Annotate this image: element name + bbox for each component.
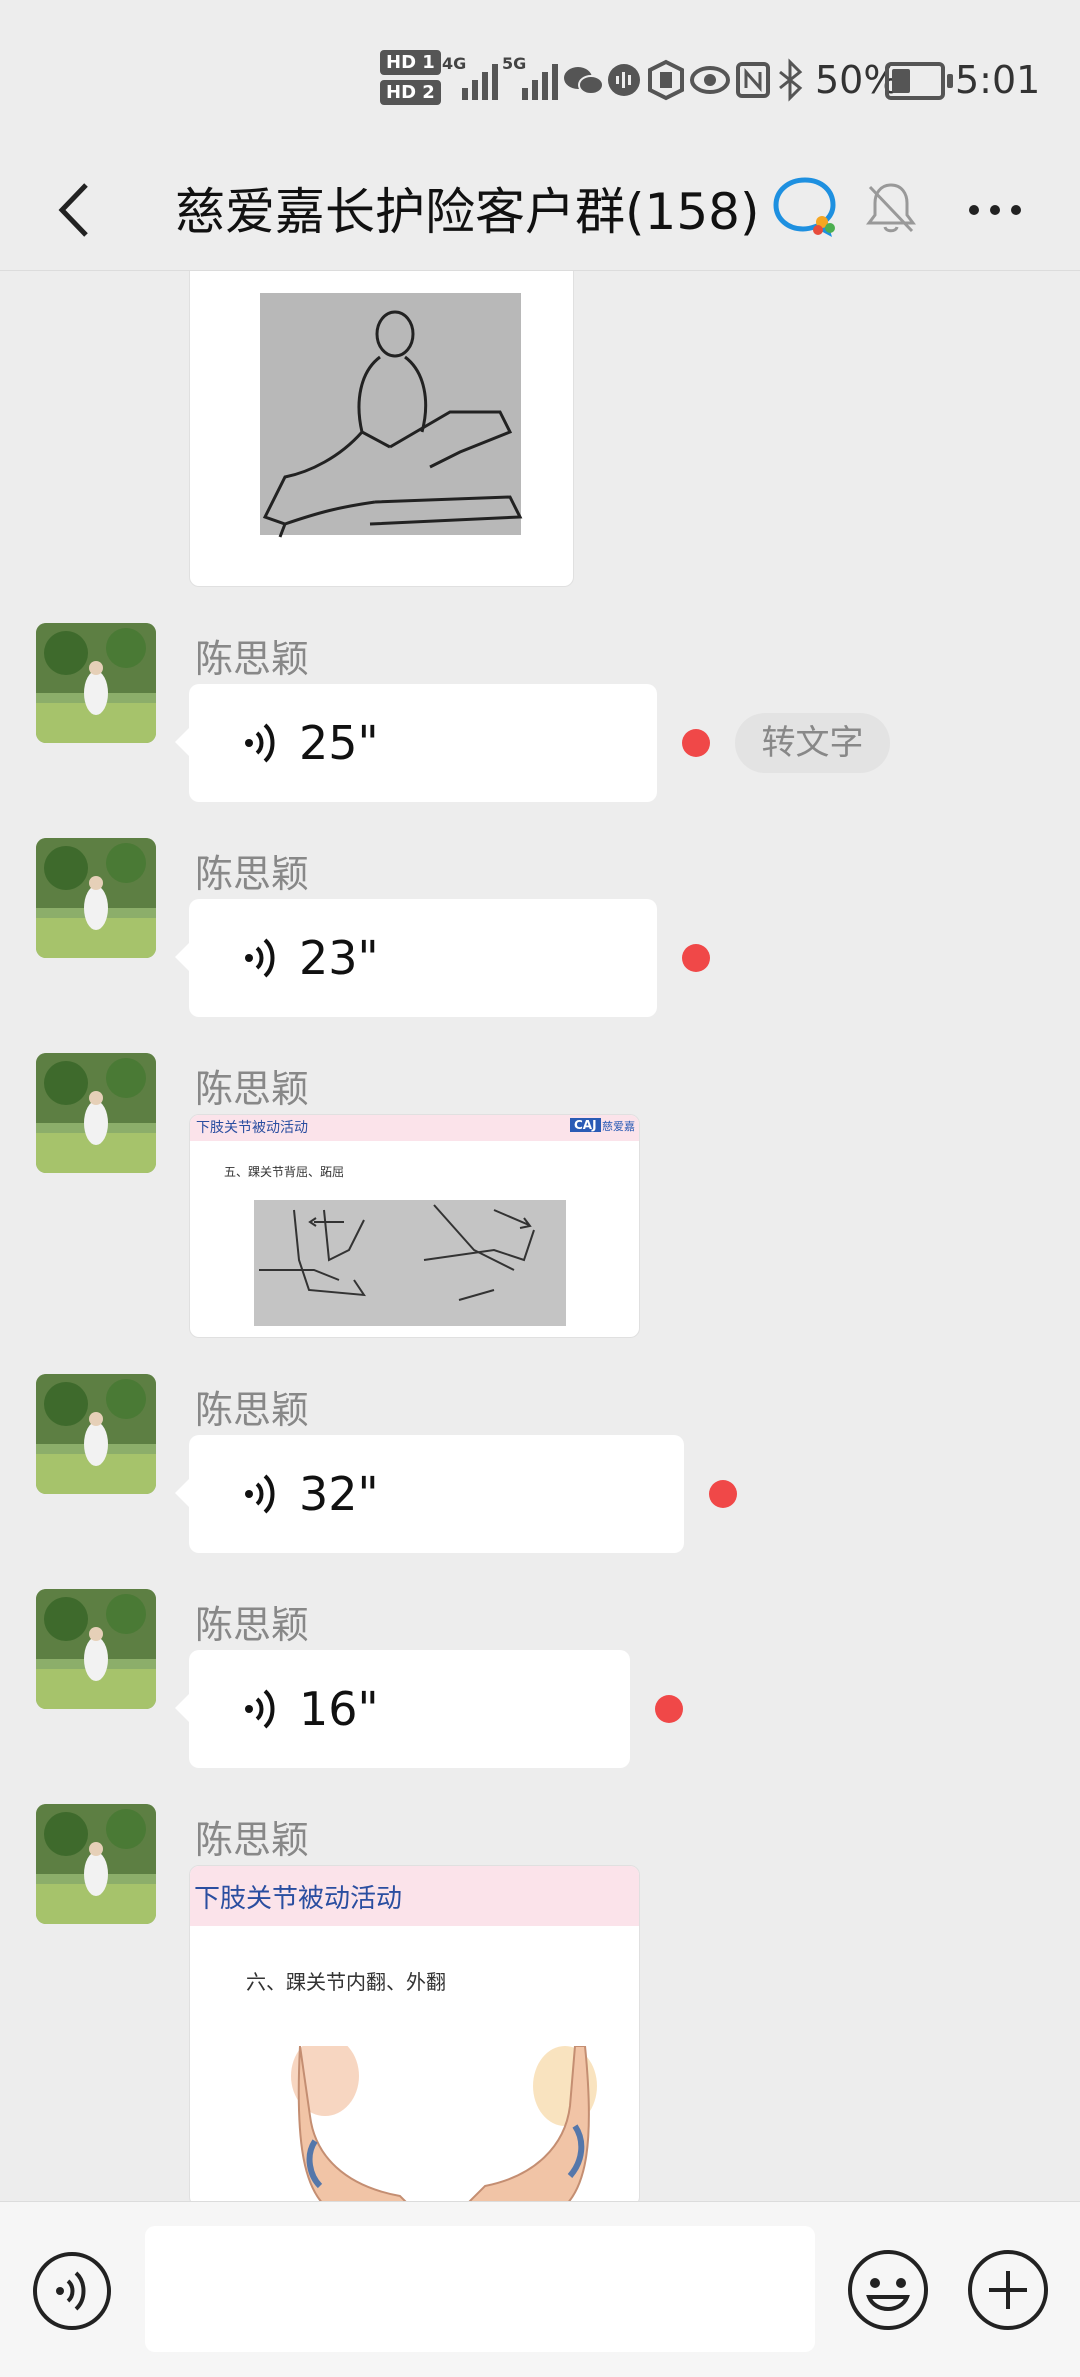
- unread-dot: [655, 1695, 683, 1723]
- sender-name: 陈思颖: [195, 1067, 310, 1111]
- image-message[interactable]: 下肢关节被动活动 六、踝关节内翻、外翻: [189, 1865, 640, 2201]
- voice-message[interactable]: 32": [175, 1435, 684, 1553]
- leg-massage-sketch: [260, 293, 523, 538]
- ankle-inversion-illustration: [291, 2046, 597, 2201]
- slide-subtitle: 六、踝关节内翻、外翻: [246, 1970, 446, 1994]
- more-icon[interactable]: [960, 175, 1030, 245]
- avatar[interactable]: [36, 1374, 156, 1494]
- voice-wave-icon: [245, 1474, 275, 1514]
- plus-icon[interactable]: [965, 2247, 1051, 2333]
- audio-icon: [608, 64, 640, 96]
- sender-name: 陈思颖: [195, 637, 310, 681]
- avatar[interactable]: [36, 838, 156, 958]
- hand-icon: [648, 59, 684, 101]
- chat-area[interactable]: 陈思颖 25" 转文字 陈思颖 23" 陈思颖 下肢关节被动活动 CAJ 慈爱嘉…: [0, 271, 1080, 2201]
- image-message[interactable]: 下肢关节被动活动 CAJ 慈爱嘉 五、踝关节背屈、跖屈: [189, 1114, 640, 1338]
- back-icon[interactable]: [42, 175, 112, 245]
- voice-wave-icon: [245, 723, 275, 763]
- signal-icon: [462, 64, 498, 100]
- group-chat-icon[interactable]: [770, 172, 840, 242]
- image-message[interactable]: [189, 271, 574, 587]
- voice-wave-icon: [245, 938, 275, 978]
- brand-label: 慈爱嘉: [602, 1120, 635, 1133]
- sender-name: 陈思颖: [195, 852, 310, 896]
- voice-input-icon[interactable]: [30, 2249, 114, 2333]
- avatar[interactable]: [36, 1053, 156, 1173]
- slide-subtitle: 五、踝关节背屈、跖屈: [224, 1165, 345, 1179]
- hd1-badge: HD 1: [380, 50, 441, 75]
- input-bar: [0, 2201, 1080, 2377]
- bluetooth-icon: [779, 58, 803, 102]
- slide-header: 下肢关节被动活动: [196, 1120, 308, 1136]
- battery-icon: [885, 62, 953, 100]
- voice-duration: 25": [299, 716, 379, 770]
- unread-dot: [682, 729, 710, 757]
- eye-icon: [690, 66, 730, 94]
- voice-duration: 23": [299, 931, 379, 985]
- caj-logo: CAJ: [570, 1118, 601, 1132]
- voice-duration: 32": [299, 1467, 379, 1521]
- sender-name: 陈思颖: [195, 1818, 310, 1862]
- slide-header: 下肢关节被动活动: [194, 1884, 403, 1914]
- emoji-icon[interactable]: [845, 2247, 931, 2333]
- voice-message[interactable]: 16": [175, 1650, 630, 1768]
- unread-dot: [709, 1480, 737, 1508]
- sender-name: 陈思颖: [195, 1603, 310, 1647]
- signal-icon-2: [522, 64, 558, 100]
- avatar[interactable]: [36, 1589, 156, 1709]
- mute-bell-icon: [866, 183, 916, 233]
- clock: 5:01: [955, 58, 1041, 102]
- unread-dot: [682, 944, 710, 972]
- avatar[interactable]: [36, 1804, 156, 1924]
- hd2-badge: HD 2: [380, 80, 441, 105]
- sender-name: 陈思颖: [195, 1388, 310, 1432]
- status-bar: HD 1 HD 2 4G 5G 50% 5:01: [0, 0, 1080, 150]
- voice-duration: 16": [299, 1682, 379, 1736]
- voice-wave-icon: [245, 1689, 275, 1729]
- avatar[interactable]: [36, 623, 156, 743]
- message-input[interactable]: [145, 2226, 815, 2352]
- chat-title: 慈爱嘉长护险客户群(158): [175, 183, 760, 241]
- ankle-flexion-illustration: [254, 1200, 566, 1326]
- voice-message[interactable]: 25": [175, 684, 657, 802]
- wechat-icon: [564, 67, 604, 95]
- voice-to-text-button[interactable]: 转文字: [735, 713, 890, 773]
- chat-header: 慈爱嘉长护险客户群(158): [0, 150, 1080, 271]
- voice-message[interactable]: 23": [175, 899, 657, 1017]
